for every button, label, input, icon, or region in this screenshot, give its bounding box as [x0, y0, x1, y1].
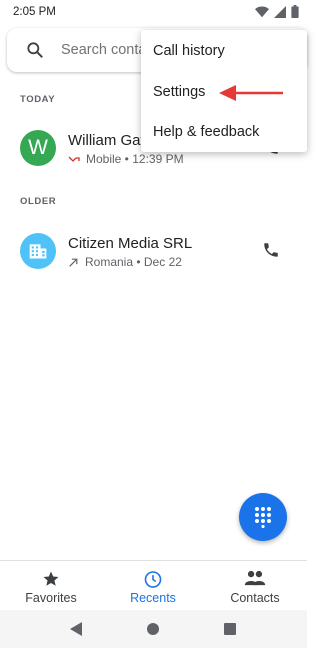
- battery-icon: [291, 5, 299, 18]
- overflow-menu: Call history Settings Help & feedback: [141, 30, 307, 152]
- call-row-citizen-media[interactable]: Citizen Media SRL Romania • Dec 22: [0, 223, 307, 279]
- search-icon: [27, 42, 43, 58]
- back-icon[interactable]: [70, 622, 82, 636]
- system-navigation-bar: [0, 610, 307, 648]
- call-meta: Mobile • 12:39 PM: [68, 152, 184, 166]
- avatar-letter: W: [28, 136, 48, 159]
- call-meta: Romania • Dec 22: [68, 255, 182, 269]
- wifi-icon: [255, 5, 269, 17]
- call-detail: Mobile • 12:39 PM: [86, 152, 184, 166]
- signal-icon: [274, 5, 286, 18]
- menu-item-help-feedback[interactable]: Help & feedback: [153, 124, 259, 140]
- tab-label: Favorites: [25, 591, 77, 605]
- tab-contacts[interactable]: Contacts: [204, 561, 306, 611]
- home-icon[interactable]: [147, 623, 159, 635]
- section-header-today: TODAY: [20, 94, 56, 105]
- menu-item-call-history[interactable]: Call history: [153, 43, 225, 59]
- bottom-navigation: Favorites Recents Contacts: [0, 560, 307, 610]
- outgoing-call-icon: [69, 258, 78, 267]
- status-time: 2:05 PM: [13, 6, 56, 18]
- highlight-arrow-icon: [219, 85, 283, 101]
- call-detail: Romania • Dec 22: [85, 255, 182, 269]
- business-icon: [29, 244, 47, 259]
- star-icon: [43, 571, 59, 586]
- phone-icon[interactable]: [262, 241, 280, 259]
- avatar: [20, 233, 56, 269]
- people-icon: [244, 570, 266, 586]
- tab-recents[interactable]: Recents: [102, 561, 204, 611]
- clock-icon: [144, 571, 162, 588]
- avatar: W: [20, 130, 56, 166]
- tab-favorites[interactable]: Favorites: [0, 561, 102, 611]
- overview-icon[interactable]: [224, 623, 236, 635]
- menu-item-settings[interactable]: Settings: [153, 84, 205, 100]
- tab-label: Recents: [130, 591, 176, 605]
- section-header-older: OLDER: [20, 196, 57, 207]
- status-icons: [255, 5, 299, 18]
- dialpad-button[interactable]: [239, 493, 287, 541]
- tab-label: Contacts: [230, 591, 280, 605]
- missed-call-icon: [68, 156, 80, 162]
- dialpad-icon: [255, 507, 271, 528]
- contact-name: Citizen Media SRL: [68, 235, 193, 252]
- status-bar: 2:05 PM: [0, 0, 307, 24]
